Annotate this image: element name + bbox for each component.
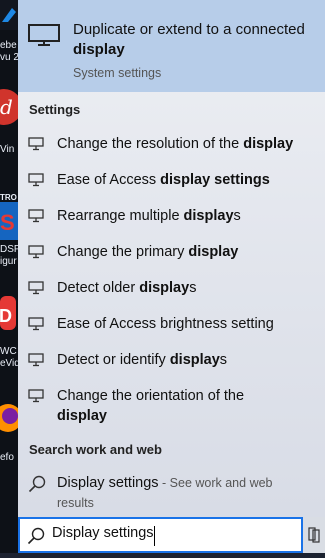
settings-section-heading: Settings — [29, 102, 81, 117]
monitor-icon — [28, 281, 44, 295]
text-cursor — [154, 526, 155, 546]
monitor-icon — [28, 24, 60, 46]
monitor-icon — [28, 353, 44, 367]
monitor-icon — [28, 137, 44, 151]
settings-result-label: Detect or identify displays — [57, 352, 228, 368]
monitor-icon — [28, 389, 44, 403]
web-section-heading: Search work and web — [29, 442, 162, 457]
desktop-label: ebe — [0, 40, 17, 51]
desktop-app-icon[interactable]: D — [0, 292, 18, 336]
desktop-app-icon[interactable] — [0, 394, 18, 440]
monitor-icon — [28, 245, 44, 259]
desktop-label: igur — [0, 256, 17, 267]
best-match-subtitle: System settings — [73, 66, 162, 80]
settings-result-item[interactable]: Change the orientation of the display — [18, 385, 325, 427]
desktop-app-icon[interactable]: d — [0, 84, 18, 130]
settings-result-item[interactable]: Change the resolution of the display — [18, 133, 325, 155]
desktop-app-icon[interactable]: S — [0, 202, 18, 240]
settings-result-item[interactable]: Ease of Access display settings — [18, 169, 325, 191]
taskbar-search-box[interactable]: Display settings — [18, 517, 303, 553]
settings-result-label: Detect older displays — [57, 280, 197, 296]
best-match-result[interactable]: Duplicate or extend to a connected displ… — [18, 0, 325, 92]
desktop-strip: ebe vu 2 d Vin TRO S DSP igur D WC eVid … — [0, 0, 18, 553]
web-result-label: Display settings - See work and web resu… — [57, 475, 273, 510]
best-match-title: Duplicate or extend to a connected displ… — [73, 21, 305, 58]
settings-result-label: Change the resolution of the display — [57, 136, 294, 152]
settings-result-item[interactable]: Detect or identify displays — [18, 349, 325, 371]
settings-result-label: Ease of Access display settings — [57, 172, 270, 188]
taskbar-button[interactable] — [303, 517, 325, 553]
desktop-label: vu 2 — [0, 52, 18, 63]
search-results-panel: Duplicate or extend to a connected displ… — [18, 0, 325, 517]
desktop-label: DSP — [0, 244, 18, 255]
settings-result-item[interactable]: Change the primary display — [18, 241, 325, 263]
desktop-app-icon[interactable] — [0, 0, 18, 30]
settings-result-item[interactable]: Ease of Access brightness setting — [18, 313, 325, 335]
svg-text:d: d — [0, 95, 13, 119]
svg-text:D: D — [0, 306, 12, 326]
desktop-label: Vin — [0, 144, 15, 155]
monitor-icon — [28, 317, 44, 331]
monitor-icon — [28, 173, 44, 187]
desktop-label: WC — [0, 346, 17, 357]
settings-result-label: Rearrange multiple displays — [57, 208, 241, 224]
monitor-icon — [28, 209, 44, 223]
svg-text:S: S — [0, 210, 15, 235]
web-search-result[interactable]: Display settings - See work and web resu… — [18, 472, 325, 514]
search-input[interactable]: Display settings — [52, 525, 282, 541]
desktop-label: efo — [0, 452, 14, 463]
search-icon — [27, 527, 45, 545]
settings-result-label: Change the orientation of the display — [57, 388, 245, 424]
search-icon — [28, 475, 46, 493]
desktop-label: eVid — [0, 358, 18, 369]
settings-result-item[interactable]: Detect older displays — [18, 277, 325, 299]
settings-result-label: Change the primary display — [57, 244, 239, 260]
settings-result-item[interactable]: Rearrange multiple displays — [18, 205, 325, 227]
settings-result-label: Ease of Access brightness setting — [57, 316, 274, 332]
